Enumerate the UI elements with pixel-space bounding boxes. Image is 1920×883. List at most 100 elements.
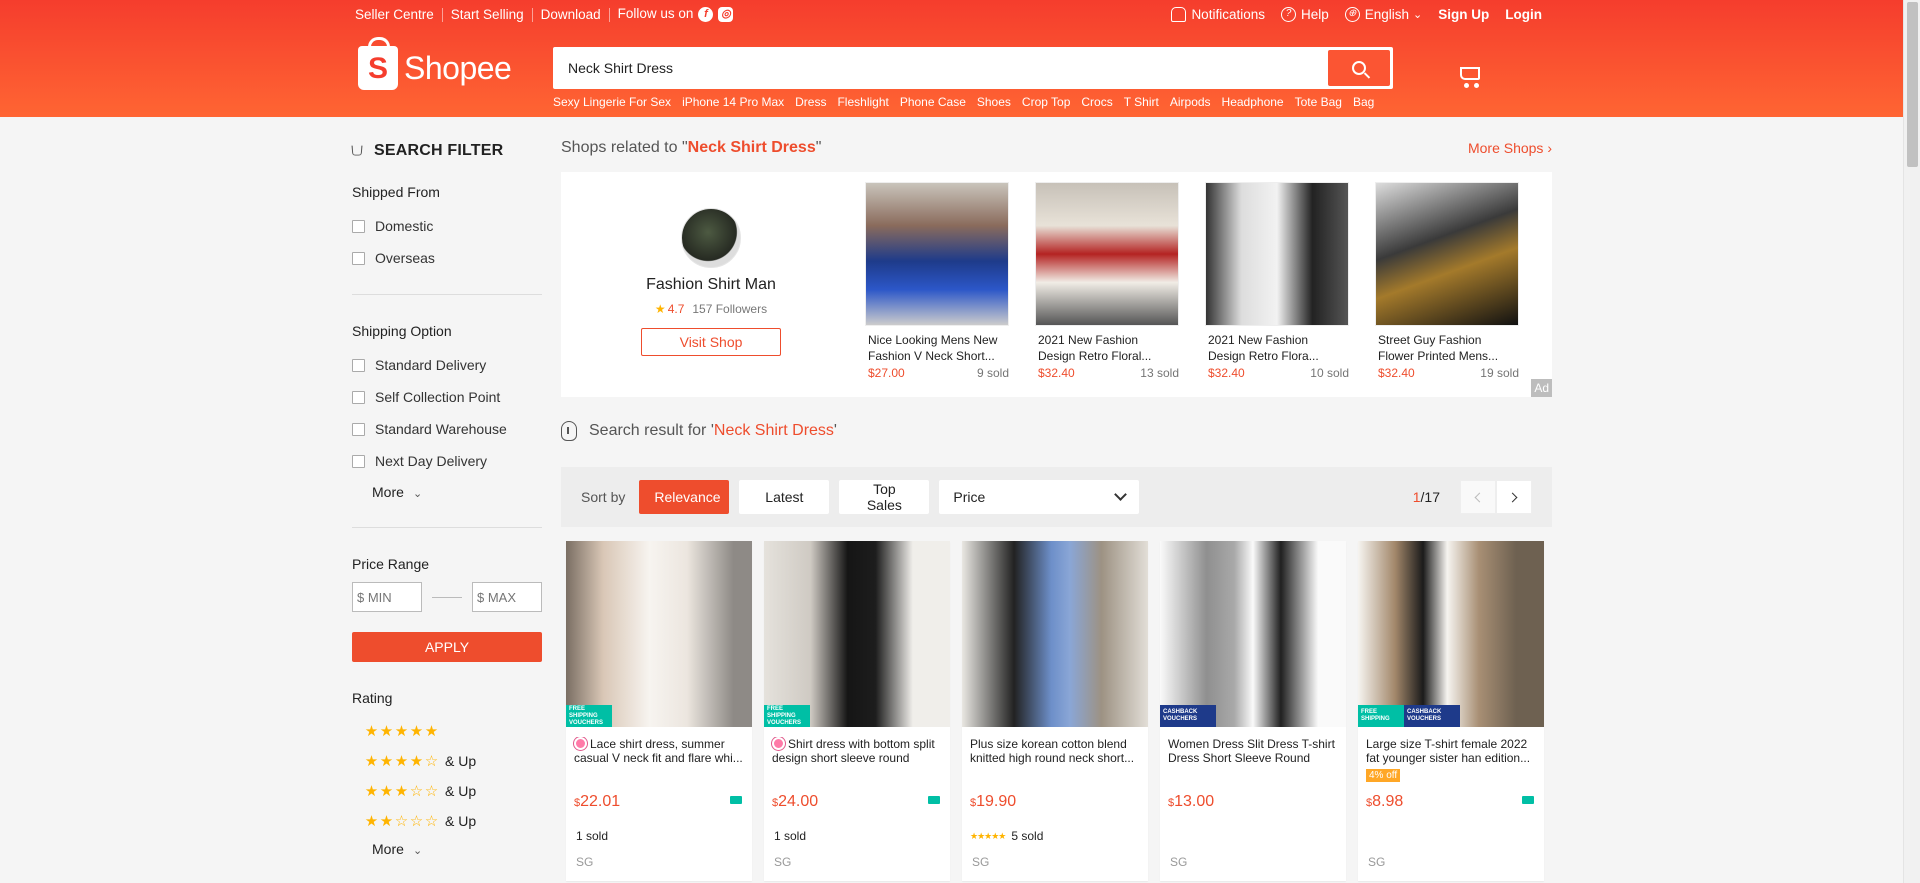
product-title: Women Dress Slit Dress T-shirt Dress Sho… <box>1168 737 1335 765</box>
preferred-icon <box>574 737 587 750</box>
section-title: Shipping Option <box>352 323 452 339</box>
follow-us: Follow us on f ◎ <box>610 7 742 22</box>
sort-price-select[interactable]: Price <box>939 480 1140 514</box>
search-button[interactable] <box>1328 50 1390 86</box>
checkbox-standard-delivery[interactable]: Standard Delivery <box>352 349 542 381</box>
download-link[interactable]: Download <box>533 7 610 22</box>
product-image <box>962 541 1148 727</box>
sign-up-link[interactable]: Sign Up <box>1438 7 1489 22</box>
chevron-right-icon <box>1507 492 1518 502</box>
visit-shop-button[interactable]: Visit Shop <box>641 328 781 356</box>
help-icon: ? <box>1280 7 1296 22</box>
product-title: Lace shirt dress, summer casual V neck f… <box>574 737 743 765</box>
shipping-more-toggle[interactable]: More <box>372 477 542 507</box>
checkbox-icon[interactable] <box>352 219 365 233</box>
facebook-icon[interactable]: f <box>698 7 714 22</box>
product-image: FREE SHIPPING CASHBACK VOUCHERS <box>1358 541 1544 727</box>
apply-button[interactable]: APPLY <box>352 632 542 662</box>
related-shop-card: Fashion Shirt Man 4.7 157 Followers Visit… <box>561 172 1552 397</box>
language-selector[interactable]: ⊕ English ⌄ <box>1344 7 1422 22</box>
shop-product[interactable]: 2021 New Fashion Design Retro Flora... $… <box>1205 172 1355 397</box>
rating-filter-2[interactable]: ★ ★ ☆ ☆ ☆ & Up <box>364 806 542 836</box>
start-selling-link[interactable]: Start Selling <box>443 7 533 22</box>
chevron-down-icon <box>1114 488 1128 501</box>
checkbox-standard-warehouse[interactable]: Standard Warehouse <box>352 413 542 445</box>
search-filter-sidebar: SEARCH FILTER Shipped From Domestic Over… <box>351 130 542 883</box>
search-hint[interactable]: Dress <box>795 95 826 109</box>
product-card[interactable]: FREE SHIPPING VOUCHERS Lace shirt dress,… <box>566 541 752 881</box>
shop-product[interactable]: Nice Looking Mens New Fashion V Neck Sho… <box>865 172 1015 397</box>
search-hint[interactable]: Phone Case <box>900 95 966 109</box>
search-hint[interactable]: Crop Top <box>1022 95 1070 109</box>
prev-page-button[interactable] <box>1460 480 1496 514</box>
seller-centre-link[interactable]: Seller Centre <box>355 7 443 22</box>
voucher-badge: FREE SHIPPING VOUCHERS <box>764 705 810 727</box>
search-hint[interactable]: Headphone <box>1222 95 1284 109</box>
shop-name[interactable]: Fashion Shirt Man <box>646 276 776 294</box>
shop-avatar[interactable] <box>681 208 741 268</box>
voucher-badge: FREE SHIPPING VOUCHERS <box>566 705 612 727</box>
voucher-badge: CASHBACK VOUCHERS <box>1160 705 1216 727</box>
checkbox-icon[interactable] <box>352 251 365 265</box>
rating-filter-5[interactable]: ★ ★ ★ ★ ★ <box>364 716 542 746</box>
price-max-input[interactable] <box>472 582 542 612</box>
search-hint[interactable]: iPhone 14 Pro Max <box>682 95 784 109</box>
search-result-header: Search result for 'Neck Shirt Dress' <box>561 401 1552 461</box>
product-location: SG <box>576 855 594 869</box>
shopee-logo[interactable]: S Shopee <box>358 37 512 90</box>
checkbox-overseas[interactable]: Overseas <box>352 242 542 274</box>
product-price: $24.00 <box>772 793 819 810</box>
login-link[interactable]: Login <box>1505 7 1542 22</box>
sort-latest-button[interactable]: Latest <box>739 480 830 514</box>
checkbox-next-day[interactable]: Next Day Delivery <box>352 445 542 477</box>
more-shops-link[interactable]: More Shops › <box>1468 140 1552 156</box>
shop-product[interactable]: 2021 New Fashion Design Retro Floral... … <box>1035 172 1185 397</box>
product-card[interactable]: CASHBACK VOUCHERS Women Dress Slit Dress… <box>1160 541 1346 881</box>
checkbox-icon[interactable] <box>352 358 365 372</box>
free-shipping-icon <box>1522 796 1534 804</box>
product-card[interactable]: FREE SHIPPING CASHBACK VOUCHERS Large siz… <box>1358 541 1544 881</box>
price-min-input[interactable] <box>352 582 422 612</box>
shop-rating: 4.7 <box>655 302 685 316</box>
section-title: Price Range <box>352 556 430 572</box>
next-page-button[interactable] <box>1496 480 1532 514</box>
notifications-link[interactable]: Notifications <box>1171 7 1265 22</box>
product-rating-sold: ★★★★★ 5 sold <box>970 829 1044 843</box>
page-scrollbar[interactable] <box>1903 0 1920 883</box>
product-price: $22.01 <box>574 793 621 810</box>
search-hint[interactable]: T Shirt <box>1124 95 1159 109</box>
checkbox-icon[interactable] <box>352 454 365 468</box>
product-image <box>1205 182 1349 326</box>
rating-filter-3[interactable]: ★ ★ ★ ☆ ☆ & Up <box>364 776 542 806</box>
product-image: FREE SHIPPING VOUCHERS <box>764 541 950 727</box>
search-hint[interactable]: Crocs <box>1081 95 1112 109</box>
sort-relevance-button[interactable]: Relevance <box>639 480 730 514</box>
shop-product[interactable]: Street Guy Fashion Flower Printed Mens..… <box>1375 172 1525 397</box>
search-hint[interactable]: Tote Bag <box>1295 95 1342 109</box>
search-hint[interactable]: Fleshlight <box>837 95 888 109</box>
search-hint[interactable]: Sexy Lingerie For Sex <box>553 95 671 109</box>
instagram-icon[interactable]: ◎ <box>718 7 734 22</box>
search-icon <box>1352 61 1366 75</box>
product-image <box>865 182 1009 326</box>
product-title: Large size T-shirt female 2022 fat young… <box>1366 737 1531 765</box>
checkbox-icon[interactable] <box>352 422 365 436</box>
scrollbar-thumb[interactable] <box>1907 2 1918 167</box>
checkbox-icon[interactable] <box>352 390 365 404</box>
page-indicator: 1/17 <box>1412 489 1440 505</box>
search-hint[interactable]: Airpods <box>1170 95 1211 109</box>
search-hint[interactable]: Bag <box>1353 95 1374 109</box>
product-card[interactable]: FREE SHIPPING VOUCHERS Shirt dress with … <box>764 541 950 881</box>
rating-filter-4[interactable]: ★ ★ ★ ★ ☆ & Up <box>364 746 542 776</box>
product-image: FREE SHIPPING VOUCHERS <box>566 541 752 727</box>
help-link[interactable]: ? Help <box>1280 7 1329 22</box>
search-input[interactable] <box>556 50 1326 86</box>
sort-top-sales-button[interactable]: Top Sales <box>839 480 930 514</box>
shops-related-header: Shops related to "Neck Shirt Dress" More… <box>561 139 1552 156</box>
search-hint[interactable]: Shoes <box>977 95 1011 109</box>
checkbox-domestic[interactable]: Domestic <box>352 210 542 242</box>
checkbox-self-collection[interactable]: Self Collection Point <box>352 381 542 413</box>
product-card[interactable]: Plus size korean cotton blend knitted hi… <box>962 541 1148 881</box>
rating-more-toggle[interactable]: More <box>372 834 542 864</box>
cart-icon[interactable] <box>1457 64 1483 88</box>
